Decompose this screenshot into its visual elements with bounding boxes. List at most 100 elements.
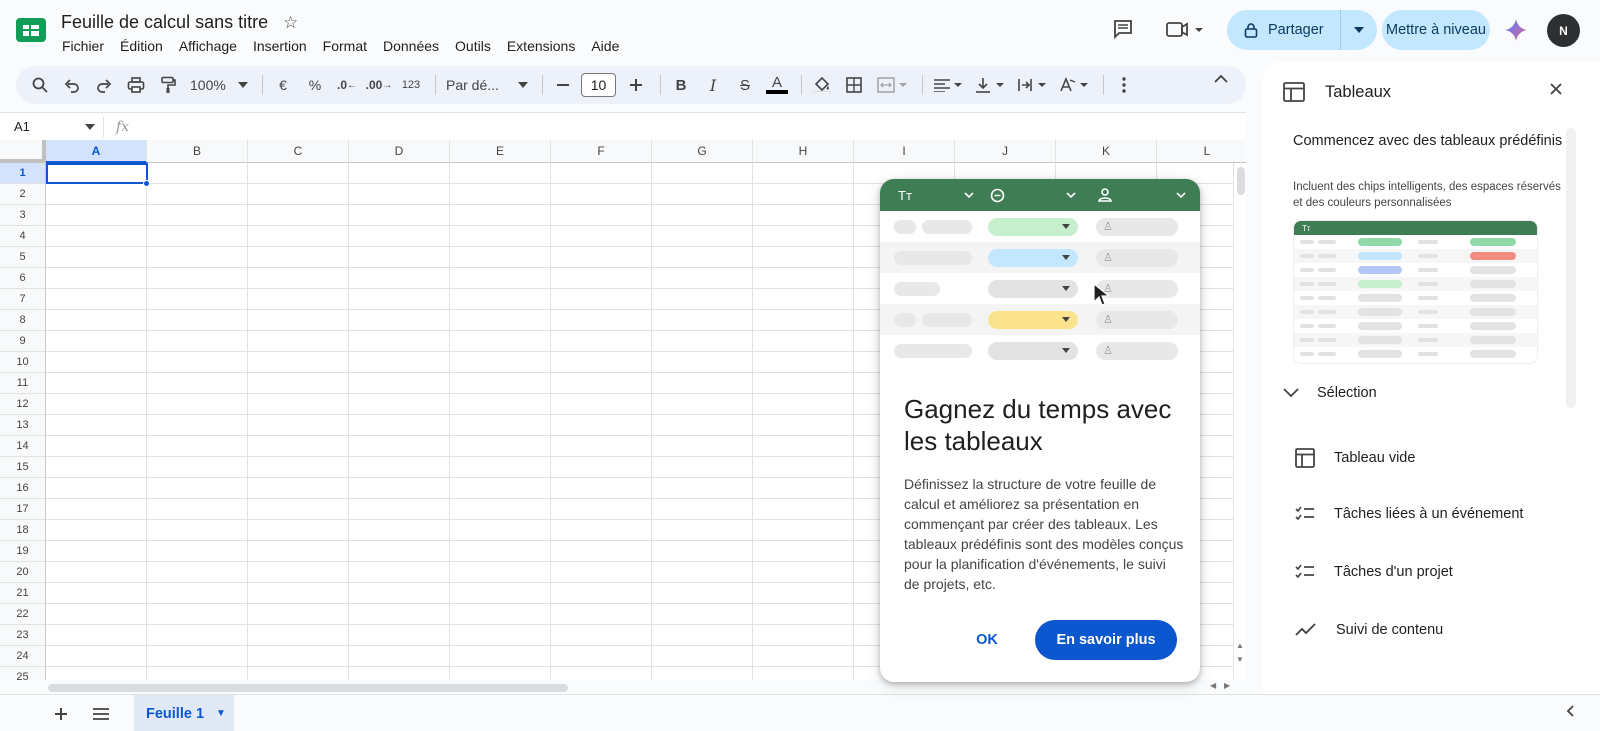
increase-font-size-icon[interactable] (622, 70, 650, 100)
chevron-left-icon[interactable] (1566, 704, 1574, 722)
row-header[interactable]: 2 (0, 184, 46, 205)
borders-icon[interactable] (840, 70, 868, 100)
comments-icon[interactable] (1112, 18, 1134, 40)
row-header[interactable]: 8 (0, 310, 46, 331)
upgrade-button[interactable]: Mettre à niveau (1382, 10, 1490, 50)
menu-affichage[interactable]: Affichage (171, 36, 245, 56)
learn-more-button[interactable]: En savoir plus (1035, 620, 1177, 660)
horizontal-scroll-thumb[interactable] (48, 684, 568, 692)
row-header[interactable]: 13 (0, 415, 46, 436)
text-color-icon[interactable]: A (763, 70, 791, 100)
search-menus-icon[interactable] (26, 70, 54, 100)
row-header[interactable]: 3 (0, 205, 46, 226)
sheet-tab[interactable]: Feuille 1 ▼ (134, 695, 234, 731)
vertical-align-icon[interactable] (971, 70, 1009, 100)
avatar[interactable]: N (1547, 14, 1580, 47)
column-header[interactable]: I (854, 140, 955, 163)
currency-format-button[interactable]: € (269, 70, 297, 100)
selection-section-toggle[interactable]: Sélection (1283, 385, 1377, 401)
row-header[interactable]: 23 (0, 625, 46, 646)
redo-icon[interactable] (90, 70, 118, 100)
chevron-up-icon[interactable] (1214, 74, 1228, 84)
row-header[interactable]: 24 (0, 646, 46, 667)
template-preview-image[interactable]: Tт (1293, 220, 1538, 364)
row-header[interactable]: 11 (0, 373, 46, 394)
all-sheets-icon[interactable] (93, 704, 109, 725)
ok-button[interactable]: OK (967, 620, 1007, 660)
fill-color-icon[interactable] (808, 70, 836, 100)
template-empty-table[interactable]: Tableau vide (1295, 448, 1415, 468)
name-box[interactable]: A1 (0, 116, 104, 137)
bold-icon[interactable]: B (667, 70, 695, 100)
text-wrapping-icon[interactable] (1013, 70, 1051, 100)
share-dropdown-button[interactable] (1341, 10, 1377, 50)
document-title[interactable]: Feuille de calcul sans titre (61, 12, 268, 33)
share-button[interactable]: Partager (1227, 10, 1341, 50)
fill-handle[interactable] (143, 180, 150, 187)
column-header[interactable]: E (450, 140, 551, 163)
vertical-scroll-thumb[interactable] (1237, 167, 1245, 195)
strikethrough-icon[interactable]: S (731, 70, 759, 100)
gemini-icon[interactable] (1504, 18, 1528, 42)
scroll-up-icon[interactable]: ▲ (1236, 641, 1244, 650)
template-event-tasks[interactable]: Tâches liées à un événement (1295, 506, 1523, 522)
column-header[interactable]: B (147, 140, 248, 163)
row-header[interactable]: 17 (0, 499, 46, 520)
column-header[interactable]: H (753, 140, 854, 163)
add-sheet-icon[interactable] (55, 704, 67, 725)
row-header[interactable]: 9 (0, 331, 46, 352)
column-header[interactable]: G (652, 140, 753, 163)
print-icon[interactable] (122, 70, 150, 100)
star-icon[interactable]: ☆ (283, 13, 298, 33)
row-header[interactable]: 7 (0, 289, 46, 310)
column-header[interactable]: C (248, 140, 349, 163)
template-content-tracker[interactable]: Suivi de contenu (1295, 622, 1443, 638)
panel-scrollbar[interactable] (1566, 128, 1576, 408)
increase-decimal-button[interactable]: .00 → (365, 70, 393, 100)
more-formats-button[interactable]: 123 (397, 70, 425, 100)
menu-extensions[interactable]: Extensions (499, 36, 583, 56)
text-rotation-icon[interactable] (1055, 70, 1093, 100)
row-header[interactable]: 22 (0, 604, 46, 625)
column-header[interactable]: F (551, 140, 652, 163)
percent-format-button[interactable]: % (301, 70, 329, 100)
row-header[interactable]: 1 (0, 163, 46, 184)
select-all-corner[interactable] (0, 140, 46, 163)
decrease-font-size-icon[interactable] (549, 70, 577, 100)
column-header[interactable]: A (46, 140, 147, 163)
undo-icon[interactable] (58, 70, 86, 100)
selected-cell-a1[interactable] (46, 163, 148, 184)
row-header[interactable]: 25 (0, 667, 46, 680)
more-options-icon[interactable] (1110, 70, 1138, 100)
column-header[interactable]: D (349, 140, 450, 163)
scroll-down-icon[interactable]: ▼ (1236, 655, 1244, 664)
row-header[interactable]: 6 (0, 268, 46, 289)
vertical-scrollbar[interactable]: ▲ ▼ (1233, 163, 1246, 680)
scroll-right-icon[interactable]: ▶ (1224, 681, 1230, 690)
italic-icon[interactable]: I (699, 70, 727, 100)
menu-outils[interactable]: Outils (447, 36, 499, 56)
scroll-left-icon[interactable]: ◀ (1210, 681, 1216, 690)
menu-fichier[interactable]: Fichier (54, 36, 112, 56)
zoom-select[interactable]: 100% (186, 70, 252, 100)
font-size-input[interactable]: 10 (581, 73, 616, 97)
font-select[interactable]: Par dé... (442, 70, 532, 100)
merge-cells-icon[interactable] (872, 70, 912, 100)
template-project-tasks[interactable]: Tâches d'un projet (1295, 564, 1453, 580)
row-header[interactable]: 10 (0, 352, 46, 373)
close-icon[interactable] (1550, 83, 1562, 95)
meet-icon[interactable] (1165, 18, 1205, 40)
menu-format[interactable]: Format (315, 36, 375, 56)
decrease-decimal-button[interactable]: .0 ← (333, 70, 361, 100)
row-header[interactable]: 19 (0, 541, 46, 562)
column-header[interactable]: J (955, 140, 1056, 163)
row-header[interactable]: 16 (0, 478, 46, 499)
horizontal-scrollbar[interactable]: ◀ ▶ (46, 681, 1246, 694)
menu-aide[interactable]: Aide (583, 36, 627, 56)
row-header[interactable]: 5 (0, 247, 46, 268)
menu-edition[interactable]: Édition (112, 36, 171, 56)
caret-down-icon[interactable]: ▼ (216, 708, 226, 719)
row-header[interactable]: 4 (0, 226, 46, 247)
row-header[interactable]: 12 (0, 394, 46, 415)
row-header[interactable]: 18 (0, 520, 46, 541)
